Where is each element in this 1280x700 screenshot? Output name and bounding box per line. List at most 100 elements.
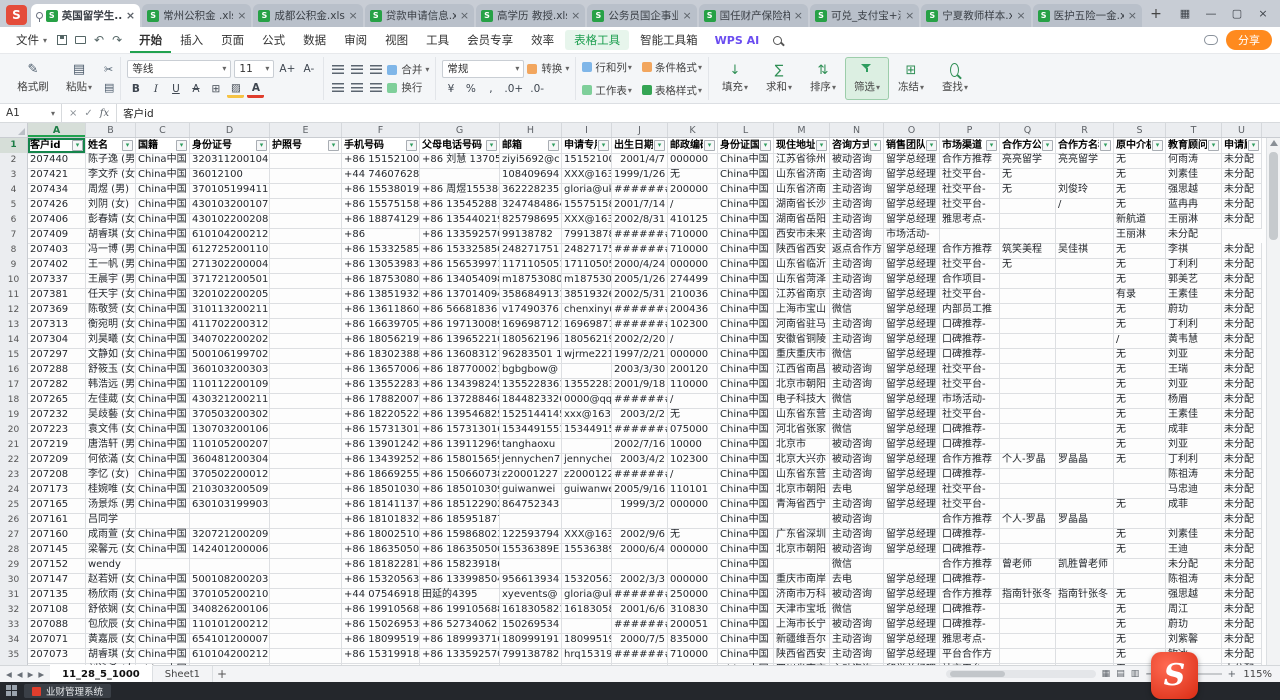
cell[interactable]: 王素佳: [1166, 408, 1222, 424]
cell[interactable]: 成雨萱 (女: [86, 528, 136, 544]
column-header-Q[interactable]: Q: [1000, 123, 1056, 137]
file-tab-0[interactable]: S英国留学生...×: [31, 4, 140, 27]
header-cell[interactable]: 教育顾问▾: [1166, 138, 1222, 154]
cell[interactable]: m18753080: [500, 273, 562, 289]
cell[interactable]: [562, 363, 612, 379]
cell[interactable]: 刘昊曦 (女: [86, 333, 136, 349]
row-header-20[interactable]: 20: [0, 423, 28, 439]
cell[interactable]: 无: [1114, 618, 1166, 634]
row-header-35[interactable]: 35: [0, 648, 28, 664]
cell[interactable]: 2002/2/20: [612, 333, 668, 349]
cell[interactable]: 蔚玏: [1166, 618, 1222, 634]
increase-font-button[interactable]: A+: [277, 60, 297, 77]
cell[interactable]: China中国: [718, 468, 774, 484]
cell[interactable]: 罗晶晶: [1056, 453, 1114, 469]
cell[interactable]: 留学总经理: [884, 618, 940, 634]
cell[interactable]: 雅思考点-: [940, 633, 1000, 649]
cell[interactable]: [1056, 573, 1114, 589]
comma-style-button[interactable]: ,: [482, 81, 499, 98]
cell[interactable]: 北京市: [774, 438, 830, 454]
cell[interactable]: 207288: [28, 363, 86, 379]
cell[interactable]: 340826200106060020: [190, 603, 270, 619]
cell[interactable]: 2005/1/26: [612, 273, 668, 289]
cloud-sync-icon[interactable]: [1204, 35, 1218, 45]
cell[interactable]: 410125: [668, 213, 718, 229]
cell[interactable]: China中国: [136, 603, 190, 619]
cell[interactable]: 430103200107142529: [190, 198, 270, 214]
cell[interactable]: 370503200302020020: [190, 408, 270, 424]
cell[interactable]: ########: [612, 228, 668, 244]
cell[interactable]: [1000, 483, 1056, 499]
row-header-17[interactable]: 17: [0, 378, 28, 394]
cell[interactable]: 320721200209060081: [190, 528, 270, 544]
column-header-I[interactable]: I: [562, 123, 612, 137]
cell[interactable]: 340702200202202520: [190, 333, 270, 349]
cell[interactable]: 207282: [28, 378, 86, 394]
cell[interactable]: +86 1360831276: [420, 348, 500, 364]
table-style-button[interactable]: 表格样式▾: [642, 83, 702, 98]
filter-button[interactable]: 筛选▾: [845, 57, 889, 100]
cell[interactable]: [270, 333, 342, 349]
cell[interactable]: [270, 213, 342, 229]
cell[interactable]: [668, 558, 718, 574]
cell[interactable]: China中国: [136, 483, 190, 499]
cell[interactable]: 留学总经理: [884, 588, 940, 604]
cell[interactable]: 310113200211152925: [190, 303, 270, 319]
cell[interactable]: 口碑推荐-: [940, 528, 1000, 544]
cell[interactable]: 个人-罗晶: [1000, 513, 1056, 529]
cell[interactable]: 2001/4/7: [612, 153, 668, 169]
cell[interactable]: 济南市万科: [774, 588, 830, 604]
cell[interactable]: 000000: [668, 498, 718, 514]
cell[interactable]: 微信: [830, 303, 884, 319]
cell[interactable]: 207313: [28, 318, 86, 334]
cell[interactable]: [1056, 273, 1114, 289]
cell[interactable]: China中国: [718, 528, 774, 544]
cell[interactable]: [136, 558, 190, 574]
filter-dropdown-icon[interactable]: ▾: [1152, 140, 1163, 151]
cell[interactable]: 陕西省西安: [774, 648, 830, 664]
cell[interactable]: 1171105051: [500, 258, 562, 274]
cell[interactable]: 2002/5/31: [612, 288, 668, 304]
cell[interactable]: 110101: [668, 483, 718, 499]
cell[interactable]: 207219: [28, 438, 86, 454]
menu-item-4[interactable]: 数据: [294, 27, 335, 53]
cell[interactable]: China中国: [718, 243, 774, 259]
header-cell[interactable]: 身份证国籍▾: [718, 138, 774, 154]
cell[interactable]: 口碑推荐-: [940, 438, 1000, 454]
cell[interactable]: z20001227: [562, 468, 612, 484]
cell[interactable]: 留学总经理: [884, 288, 940, 304]
cell[interactable]: 留学总经理: [884, 423, 940, 439]
filter-dropdown-icon[interactable]: ▾: [176, 140, 187, 151]
cell[interactable]: China中国: [718, 168, 774, 184]
filter-dropdown-icon[interactable]: ▾: [704, 140, 715, 151]
cell[interactable]: 207232: [28, 408, 86, 424]
currency-button[interactable]: ¥: [442, 81, 459, 98]
cell[interactable]: [668, 513, 718, 529]
menu-item-9[interactable]: 效率: [522, 27, 563, 53]
cell[interactable]: 新航道: [1114, 213, 1166, 229]
cell[interactable]: 未分配: [1222, 438, 1262, 454]
cell[interactable]: 320311200104077915: [190, 153, 270, 169]
cell[interactable]: [940, 228, 1000, 244]
cell[interactable]: [500, 558, 562, 574]
close-tab-icon[interactable]: ×: [237, 9, 246, 22]
print-icon[interactable]: [75, 36, 86, 44]
cell[interactable]: 320102200205312422X: [190, 288, 270, 304]
menu-item-2[interactable]: 页面: [212, 27, 253, 53]
cell[interactable]: +86 13439252: [342, 453, 420, 469]
cell[interactable]: 吕同学: [86, 513, 136, 529]
cell[interactable]: [1056, 663, 1114, 665]
cell[interactable]: 无: [1114, 258, 1166, 274]
row-header-36[interactable]: 36: [0, 663, 28, 665]
cell[interactable]: 无: [1114, 393, 1166, 409]
close-tab-icon[interactable]: ×: [571, 9, 580, 22]
cell[interactable]: [1056, 258, 1114, 274]
cell[interactable]: 无: [668, 528, 718, 544]
cell[interactable]: [1056, 438, 1114, 454]
cell[interactable]: [1000, 408, 1056, 424]
cell[interactable]: [270, 378, 342, 394]
cell[interactable]: [1000, 468, 1056, 484]
cell[interactable]: 留学总经理: [884, 273, 940, 289]
cell[interactable]: China中国: [136, 318, 190, 334]
cell[interactable]: 曾老师: [1000, 558, 1056, 574]
